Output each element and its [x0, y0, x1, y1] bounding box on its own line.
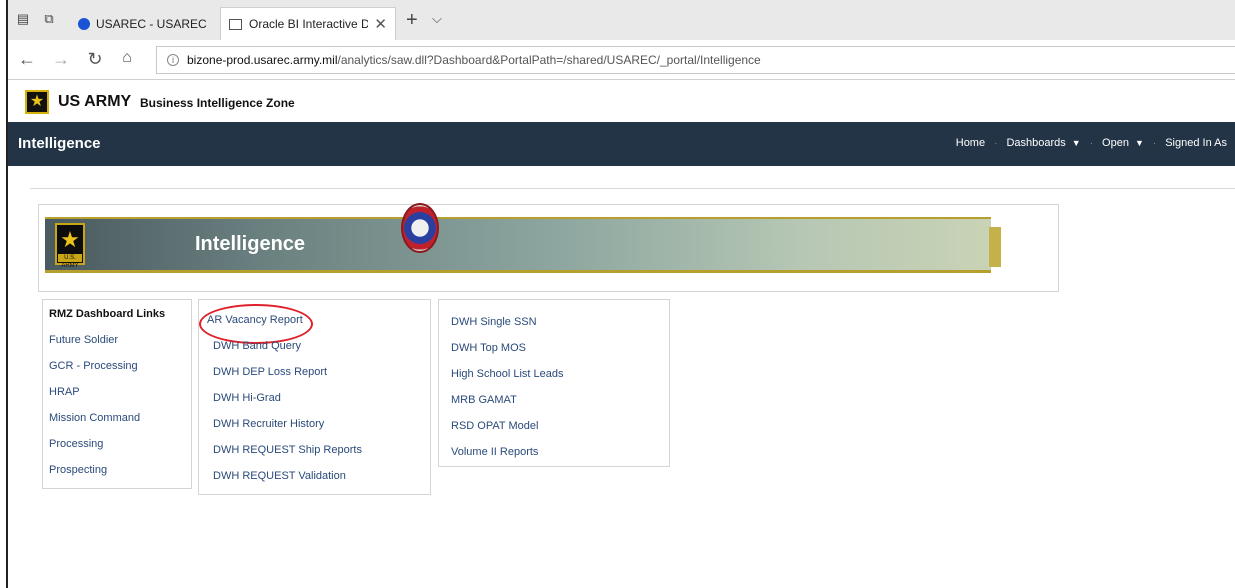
- link-gcr-processing[interactable]: GCR - Processing: [49, 360, 138, 372]
- logo-caption: U.S. ARMY: [58, 254, 82, 269]
- link-dwh-request-ship-reports[interactable]: DWH REQUEST Ship Reports: [213, 444, 362, 456]
- page-title: Intelligence: [18, 135, 101, 152]
- link-future-soldier[interactable]: Future Soldier: [49, 334, 118, 346]
- link-dwh-single-ssn[interactable]: DWH Single SSN: [451, 316, 537, 328]
- link-mission-command[interactable]: Mission Command: [49, 412, 140, 424]
- highlight-ring: [199, 304, 313, 344]
- banner-title: Intelligence: [195, 233, 306, 255]
- link-hrap[interactable]: HRAP: [49, 386, 80, 398]
- close-icon[interactable]: ✕: [374, 15, 387, 33]
- plus-icon[interactable]: +: [406, 9, 418, 32]
- nav-home-link[interactable]: Home: [956, 137, 985, 149]
- tabs-aside-icon[interactable]: ⧉: [40, 10, 58, 28]
- link-dwh-recruiter-history[interactable]: DWH Recruiter History: [213, 418, 324, 430]
- army-star-logo[interactable]: ★: [25, 90, 49, 114]
- nav-separator: ·: [1152, 137, 1157, 149]
- tab-bar: ▤ ⧉ USAREC - USAREC - IKROm Oracle BI In…: [8, 0, 1235, 40]
- back-arrow-icon[interactable]: ←: [16, 49, 38, 70]
- tab-oracle-bi[interactable]: Oracle BI Interactive Da ✕: [220, 7, 396, 40]
- divider: [30, 188, 1235, 189]
- chevron-down-icon[interactable]: ⌵: [432, 11, 442, 27]
- tab-title: USAREC - USAREC - IKROm: [96, 16, 208, 31]
- link-prospecting[interactable]: Prospecting: [49, 464, 107, 476]
- nav-open-label: Open: [1102, 137, 1129, 149]
- nav-dashboards-menu[interactable]: Dashboards ▼: [1006, 137, 1080, 149]
- page-icon: [229, 18, 242, 30]
- address-bar: ← → ↻ ⌂ i bizone-prod.usarec.army.mil/an…: [8, 40, 1235, 80]
- nav-separator: ·: [994, 137, 998, 149]
- product-name: Business Intelligence Zone: [140, 96, 295, 110]
- url-field[interactable]: i bizone-prod.usarec.army.mil/analytics/…: [156, 46, 1235, 74]
- banner-edge: [989, 227, 1001, 267]
- nav-open-menu[interactable]: Open ▼: [1102, 137, 1144, 149]
- nav-separator: ·: [1089, 137, 1094, 149]
- link-dwh-hi-grad[interactable]: DWH Hi-Grad: [213, 392, 281, 404]
- global-nav: Intelligence Home · Dashboards ▼ · Open ▼ …: [8, 122, 1235, 166]
- link-mrb-gamat[interactable]: MRB GAMAT: [451, 394, 517, 406]
- nav-dashboards-label: Dashboards: [1006, 137, 1066, 149]
- nav-signed-in-menu[interactable]: Signed In As: [1165, 137, 1227, 149]
- panel-heading: RMZ Dashboard Links: [49, 308, 166, 320]
- tab-actions-icon[interactable]: ▤: [14, 10, 32, 28]
- intelligence-banner: ★ U.S. ARMY Intelligence: [45, 203, 1001, 273]
- link-dwh-request-validation[interactable]: DWH REQUEST Validation: [213, 470, 346, 482]
- browser-window: ▤ ⧉ USAREC - USAREC - IKROm Oracle BI In…: [6, 0, 1235, 588]
- url-path: /analytics/saw.dll?Dashboard&PortalPath=…: [337, 53, 761, 67]
- nav-links: Home · Dashboards ▼ · Open ▼ · Signed In A…: [956, 137, 1227, 149]
- url-host: bizone-prod.usarec.army.mil: [187, 53, 338, 67]
- info-icon[interactable]: i: [167, 54, 179, 66]
- app-header: ★ US ARMY Business Intelligence Zone: [8, 81, 1235, 122]
- refresh-icon[interactable]: ↻: [84, 49, 106, 70]
- link-dwh-dep-loss-report[interactable]: DWH DEP Loss Report: [213, 366, 327, 378]
- banner-container: ★ U.S. ARMY Intelligence: [38, 203, 1059, 292]
- dashboard-content: ★ U.S. ARMY Intelligence RMZ Dashboard Li…: [8, 166, 1235, 588]
- forward-arrow-icon[interactable]: →: [50, 49, 72, 70]
- reports-panel-b: DWH Single SSN DWH Top MOS High School L…: [438, 299, 670, 467]
- recruiting-seal-icon: [401, 203, 439, 253]
- link-processing[interactable]: Processing: [49, 438, 103, 450]
- link-dwh-top-mos[interactable]: DWH Top MOS: [451, 342, 526, 354]
- link-high-school-list-leads[interactable]: High School List Leads: [451, 368, 564, 380]
- reports-panel-a: AR Vacancy Report DWH Band Query DWH DEP…: [198, 299, 431, 495]
- globe-icon: [78, 17, 90, 30]
- rmz-links-panel: RMZ Dashboard Links Future Soldier GCR -…: [42, 299, 192, 489]
- caret-down-icon: ▼: [1071, 138, 1081, 148]
- tab-title: Oracle BI Interactive Da: [249, 17, 369, 31]
- army-star-logo: ★ U.S. ARMY: [55, 223, 85, 269]
- link-rsd-opat-model[interactable]: RSD OPAT Model: [451, 420, 538, 432]
- tab-usarec[interactable]: USAREC - USAREC - IKROm: [70, 7, 216, 40]
- caret-down-icon: ▼: [1134, 138, 1144, 148]
- link-volume-ii-reports[interactable]: Volume II Reports: [451, 446, 538, 458]
- home-icon[interactable]: ⌂: [116, 49, 138, 67]
- brand-name: US ARMY: [58, 93, 132, 110]
- link-dwh-band-query[interactable]: DWH Band Query: [213, 340, 301, 352]
